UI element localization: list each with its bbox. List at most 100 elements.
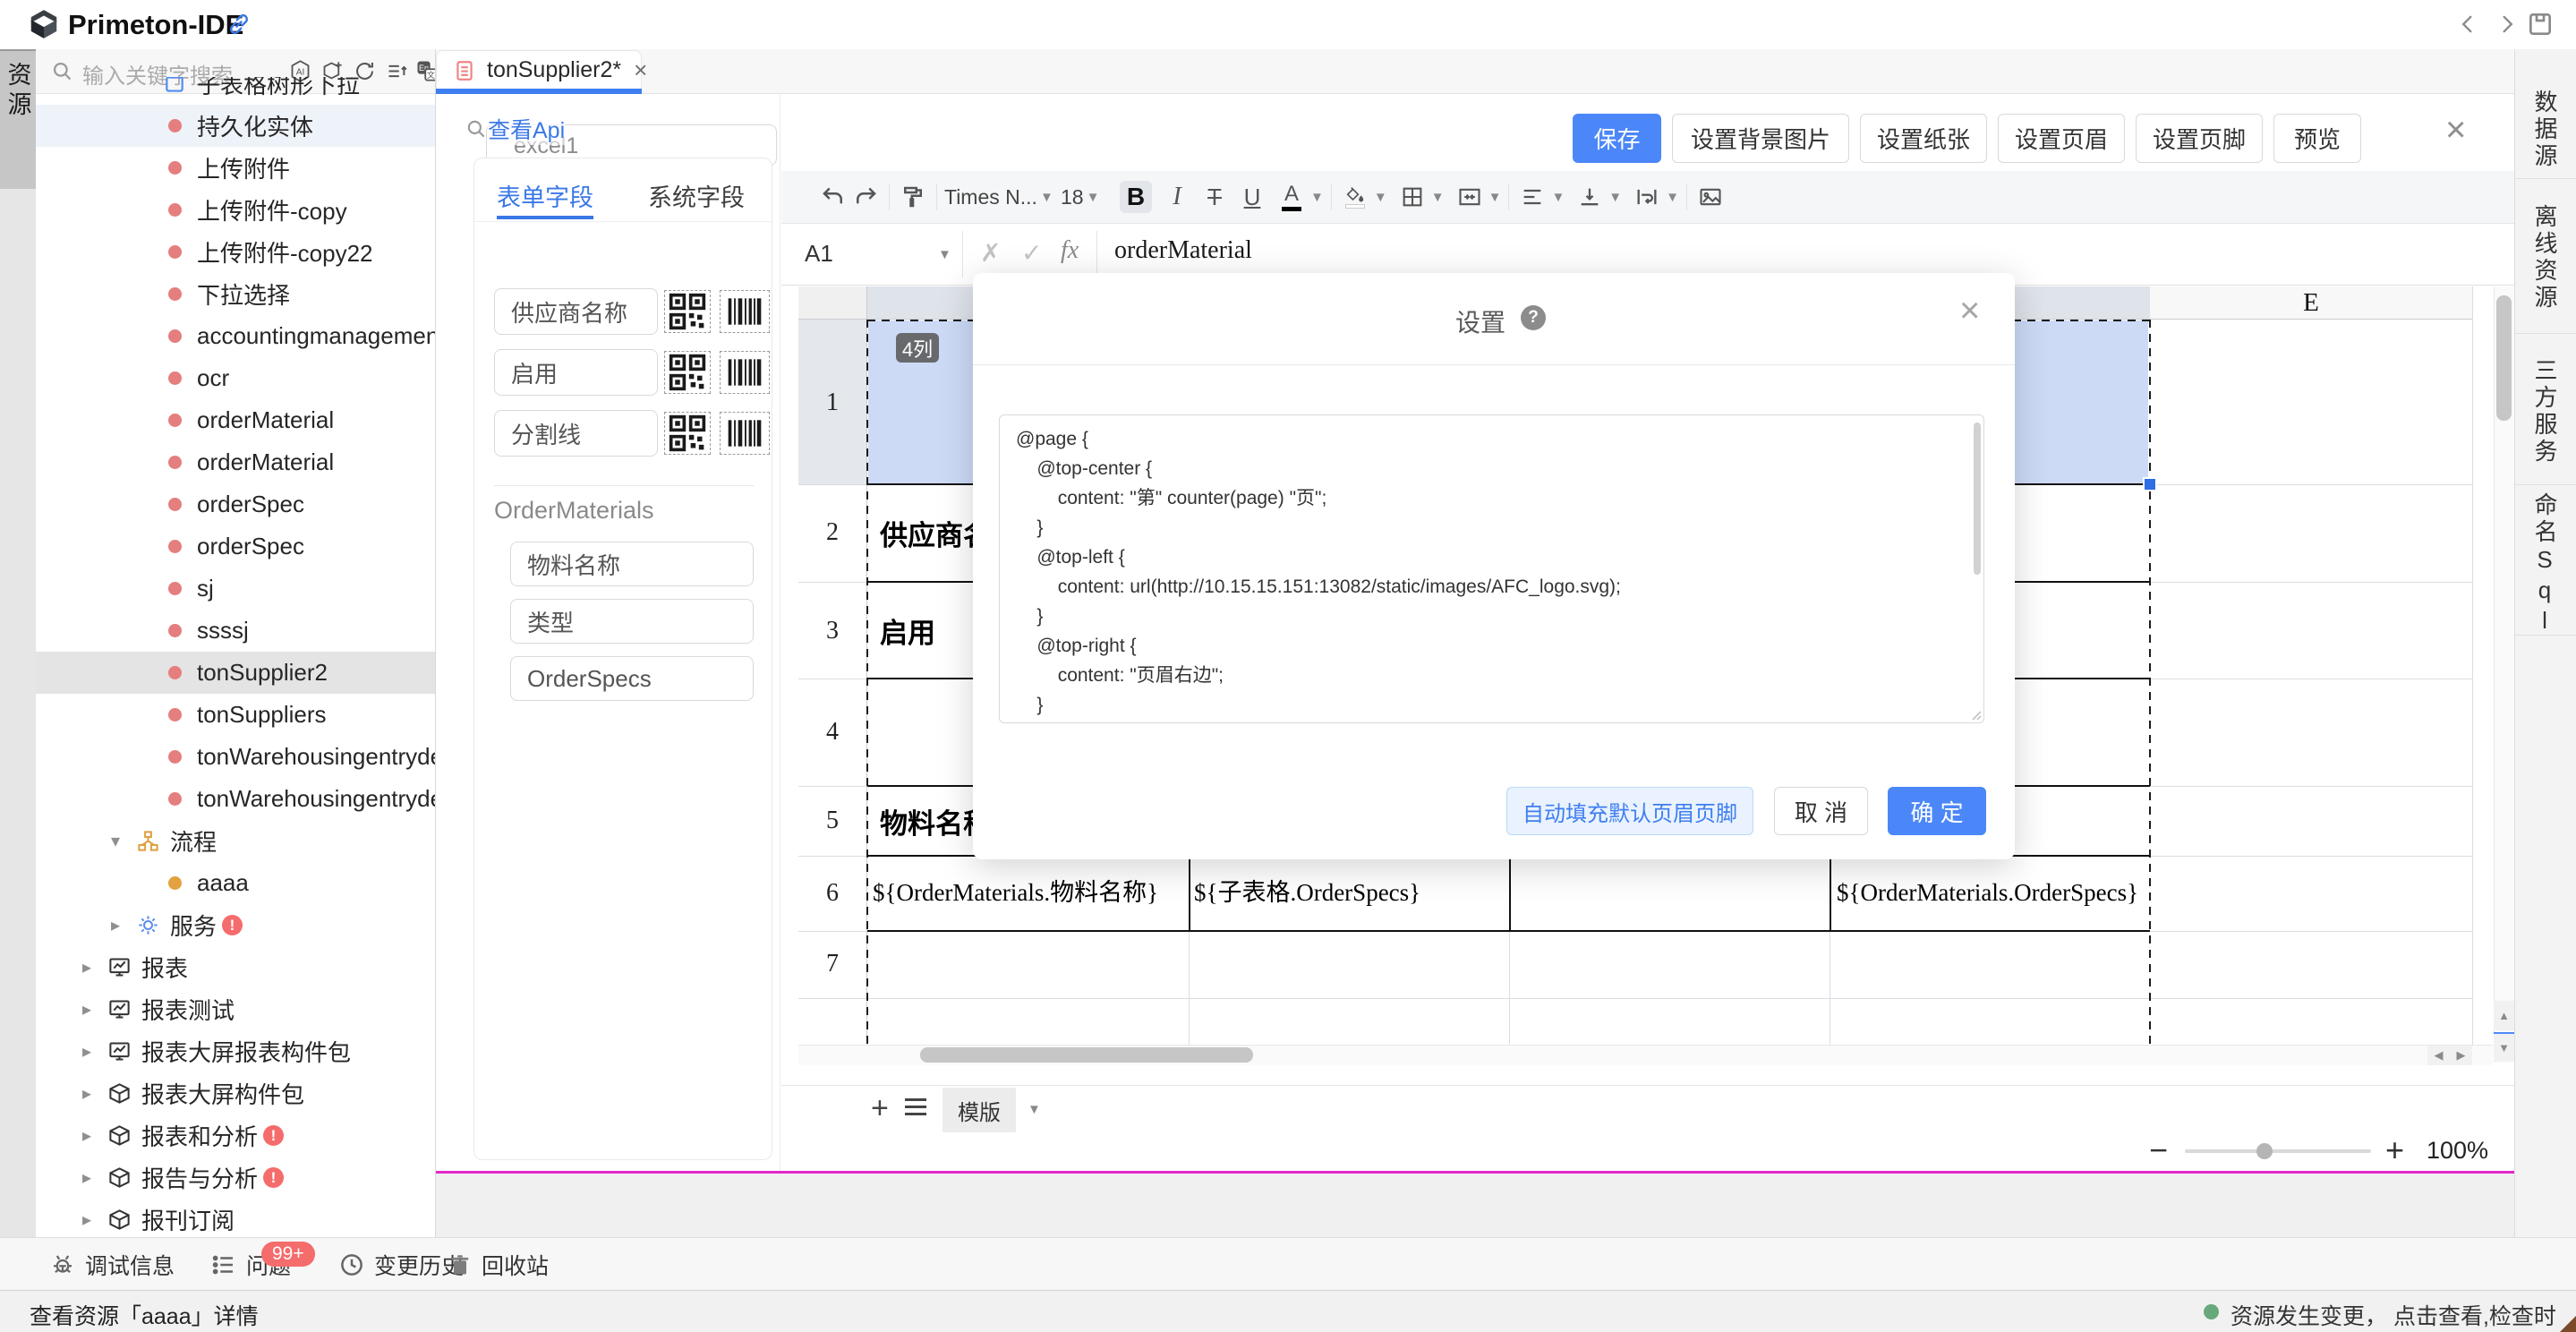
row-header-3[interactable]: 3	[798, 617, 866, 645]
tree-item-orderSpec[interactable]: orderSpec	[36, 525, 436, 568]
field-chip-type[interactable]: 类型	[510, 599, 754, 644]
chevron-down-icon[interactable]: ▼	[1431, 190, 1445, 205]
bold-icon[interactable]: B	[1120, 181, 1152, 213]
chevron-down-icon[interactable]: ▼	[1551, 190, 1565, 205]
cancel-button[interactable]: 取 消	[1774, 787, 1868, 835]
tree-item-tonSupplier2[interactable]: tonSupplier2	[36, 652, 436, 694]
tree-item-上传附件[interactable]: 上传附件	[36, 147, 436, 189]
font-size-select[interactable]: 18▼	[1061, 185, 1120, 209]
tree-item-aaaa[interactable]: aaaa	[36, 862, 436, 904]
sidebar-tab-offline-resources[interactable]: 离线资源	[2514, 184, 2576, 331]
field-chip-divider[interactable]: 分割线	[494, 410, 658, 457]
font-family-select[interactable]: Times N...▼	[944, 185, 1061, 209]
cell-c6[interactable]: ${OrderMaterials.OrderSpecs}	[1837, 857, 2150, 930]
chevron-right-icon[interactable]: ▸	[82, 956, 106, 978]
row-header-5[interactable]: 5	[798, 807, 866, 835]
tab-system-fields[interactable]: 系统字段	[648, 178, 745, 213]
redo-icon[interactable]	[849, 181, 882, 213]
tree-item-tonWarehousingentrydetails[interactable]: tonWarehousingentrydetails	[36, 736, 436, 778]
zoom-slider-track[interactable]	[2185, 1149, 2371, 1153]
tree-item-报告与分析[interactable]: ▸报告与分析!	[36, 1157, 436, 1199]
tree-item-tonWarehousingentrydetails[interactable]: tonWarehousingentrydetails	[36, 778, 436, 820]
merge-cells-icon[interactable]	[1454, 181, 1486, 213]
borders-icon[interactable]	[1396, 181, 1429, 213]
cell-reference[interactable]: A1	[805, 240, 833, 268]
chevron-right-icon[interactable]: ▸	[111, 914, 134, 936]
selection-fill-handle[interactable]	[2143, 477, 2157, 491]
chevron-right-icon[interactable]: ▸	[82, 1124, 106, 1147]
editor-close-icon[interactable]: ×	[2445, 110, 2466, 150]
field-chip-enabled[interactable]: 启用	[494, 349, 658, 396]
tree-item-orderSpec[interactable]: orderSpec	[36, 483, 436, 525]
tree-item-ocr[interactable]: ocr	[36, 357, 436, 399]
row-header-4[interactable]: 4	[798, 718, 866, 747]
tree-item-下拉选择[interactable]: 下拉选择	[36, 273, 436, 315]
link-icon[interactable]	[226, 11, 252, 42]
qrcode-icon[interactable]	[664, 290, 711, 333]
tree-item-子表格树形下拉[interactable]: 子表格树形下拉	[36, 77, 436, 105]
italic-icon[interactable]: I	[1161, 181, 1193, 213]
zoom-slider-thumb[interactable]	[2256, 1143, 2273, 1159]
tree-item-sj[interactable]: sj	[36, 568, 436, 610]
autofill-header-footer-button[interactable]: 自动填充默认页眉页脚	[1506, 787, 1753, 835]
scroll-down-button[interactable]: ▼	[2494, 1032, 2514, 1062]
view-api-link[interactable]: 查看Api	[488, 113, 565, 145]
column-header-e[interactable]: E	[2150, 286, 2472, 319]
tree-item-持久化实体[interactable]: 持久化实体	[36, 105, 436, 147]
chevron-right-icon[interactable]: ▸	[82, 1040, 106, 1063]
field-chip-orderspecs[interactable]: OrderSpecs	[510, 656, 754, 701]
status-right-text[interactable]: 资源发生变更， 点击查看,检查时间:14:51	[2231, 1299, 2576, 1332]
chevron-right-icon[interactable]: ▸	[82, 1166, 106, 1189]
sidebar-tab-named-sql[interactable]: 命名Sql	[2514, 491, 2576, 638]
nav-back-icon[interactable]	[2456, 12, 2481, 41]
help-icon[interactable]: ?	[1521, 305, 1546, 330]
sheet-tab-template[interactable]: 模版	[943, 1088, 1016, 1132]
barcode-icon[interactable]	[720, 412, 770, 455]
scroll-left-button[interactable]: ◀	[2427, 1046, 2450, 1065]
fill-color-icon[interactable]	[1339, 181, 1371, 213]
sidebar-tab-third-party-services[interactable]: 三方服务	[2514, 340, 2576, 483]
tree-item-服务[interactable]: ▸服务!	[36, 904, 436, 946]
tab-close-icon[interactable]: ×	[634, 56, 647, 84]
formula-cancel-icon[interactable]: ✗	[980, 238, 1001, 268]
zoom-out-icon[interactable]: −	[2149, 1131, 2168, 1169]
qrcode-icon[interactable]	[664, 412, 711, 455]
textarea-resize-handle[interactable]	[1967, 706, 1982, 721]
sheet-list-icon[interactable]	[905, 1098, 926, 1115]
font-color-icon[interactable]: A	[1275, 181, 1308, 213]
tree-item-报表[interactable]: ▸报表	[36, 946, 436, 988]
formula-value[interactable]: orderMaterial	[1114, 236, 1252, 265]
set-background-image-button[interactable]: 设置背景图片	[1672, 114, 1849, 163]
formula-confirm-icon[interactable]: ✓	[1021, 238, 1042, 268]
barcode-icon[interactable]	[720, 290, 770, 333]
ok-button[interactable]: 确 定	[1888, 787, 1986, 835]
activity-tab-resources[interactable]: 资源	[0, 51, 36, 189]
cell-b6[interactable]: ${子表格.OrderSpecs}	[1194, 857, 1507, 930]
save-all-icon[interactable]	[2526, 10, 2555, 43]
tab-tonsupplier2[interactable]: tonSupplier2* ×	[436, 50, 642, 90]
change-history-button[interactable]: 变更历史	[338, 1249, 464, 1281]
corner-cell[interactable]	[798, 286, 867, 319]
fx-icon[interactable]: fx	[1061, 236, 1079, 265]
chevron-down-icon[interactable]: ▼	[1666, 190, 1679, 205]
tree-item-accountingmanagementAccountb[interactable]: accountingmanagementAccountb	[36, 315, 436, 357]
set-paper-button[interactable]: 设置纸张	[1860, 114, 1987, 163]
format-painter-icon[interactable]	[897, 181, 929, 213]
vertical-scrollbar-thumb[interactable]	[2496, 295, 2512, 421]
tree-item-orderMaterial[interactable]: orderMaterial	[36, 399, 436, 441]
set-header-button[interactable]: 设置页眉	[1998, 114, 2125, 163]
cell-a6[interactable]: ${OrderMaterials.物料名称}	[873, 857, 1186, 930]
sidebar-tab-datasource[interactable]: 数据源	[2514, 72, 2576, 188]
preview-button[interactable]: 预览	[2273, 114, 2361, 163]
chevron-down-icon[interactable]: ▼	[1310, 190, 1324, 205]
page-css-editor[interactable]: @page { @top-center { content: "第" count…	[999, 414, 1984, 723]
row-header-7[interactable]: 7	[798, 950, 866, 978]
row-header-2[interactable]: 2	[798, 518, 866, 547]
qrcode-icon[interactable]	[664, 351, 711, 394]
tree-item-tonSuppliers[interactable]: tonSuppliers	[36, 694, 436, 736]
chevron-right-icon[interactable]: ▸	[82, 998, 106, 1020]
underline-icon[interactable]: U	[1236, 181, 1268, 213]
editor-scrollbar-thumb[interactable]	[1974, 423, 1981, 575]
vertical-align-icon[interactable]	[1574, 181, 1606, 213]
tree-item-orderMaterial[interactable]: orderMaterial	[36, 441, 436, 483]
